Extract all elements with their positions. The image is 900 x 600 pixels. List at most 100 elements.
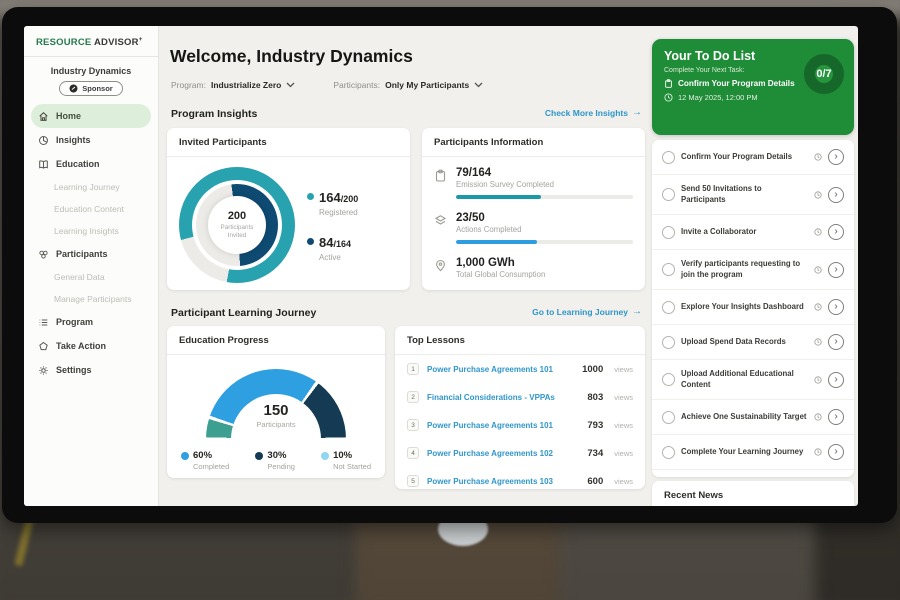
collapse-tasks-link[interactable]: Collapse Tasks (652, 470, 854, 477)
task-go-button[interactable]: › (828, 149, 844, 165)
legend-pending: 30%Pending (255, 450, 295, 471)
lesson-link[interactable]: Financial Considerations - VPPAs (427, 393, 579, 402)
lesson-row: 2 Financial Considerations - VPPAs 803vi… (395, 383, 645, 411)
task-row[interactable]: Verify participants requesting to join t… (652, 250, 854, 290)
task-clock-icon (814, 413, 822, 421)
lesson-row: 1 Power Purchase Agreements 101 1000view… (395, 355, 645, 383)
task-row[interactable]: Confirm Your Program Details › (652, 140, 854, 175)
legend-registered: 164/200 Registered (307, 189, 358, 217)
todo-panel: Your To Do List Complete Your Next Task:… (652, 26, 858, 506)
lesson-row: 4 Power Purchase Agreements 102 734views (395, 439, 645, 467)
list-icon (38, 317, 49, 328)
task-row[interactable]: Upload Spend Data Records › (652, 325, 854, 360)
take-action-icon (38, 341, 49, 352)
sidebar-item-learning-insights[interactable]: Learning Insights (24, 220, 158, 242)
task-clock-icon (814, 376, 822, 384)
section-program-insights: Program Insights (171, 108, 257, 120)
task-clock-icon (814, 191, 822, 199)
task-row[interactable]: Upload Additional Educational Content › (652, 360, 854, 400)
task-checkbox[interactable] (662, 411, 675, 424)
page-title: Welcome, Industry Dynamics (170, 46, 413, 67)
check-more-insights-link[interactable]: Check More Insights→ (545, 107, 642, 118)
task-row[interactable]: Achieve One Sustainability Target › (652, 400, 854, 435)
sidebar-item-education-content[interactable]: Education Content (24, 198, 158, 220)
sidebar-item-insights[interactable]: Insights (24, 128, 158, 152)
chevron-down-icon (474, 82, 483, 88)
task-go-button[interactable]: › (828, 262, 844, 278)
todo-due-date: 12 May 2025, 12:00 PM (678, 93, 758, 102)
layers-icon (434, 214, 447, 227)
task-clock-icon (814, 266, 822, 274)
participants-dropdown[interactable]: Participants: Only My Participants (333, 80, 483, 90)
task-checkbox[interactable] (662, 373, 675, 386)
gauge-center-value: 150 (206, 402, 346, 419)
task-row[interactable]: Invite a Collaborator › (652, 215, 854, 250)
lesson-link[interactable]: Power Purchase Agreements 103 (427, 477, 579, 486)
invited-participants-card: Invited Participants 200 Participants In… (167, 128, 410, 290)
todo-tasks-card: Confirm Your Program Details › Send 50 I… (652, 140, 854, 477)
task-row[interactable]: Complete Your Learning Journey › (652, 435, 854, 470)
task-checkbox[interactable] (662, 336, 675, 349)
arrow-right-icon: → (632, 306, 642, 317)
recent-news-title: Recent News (652, 481, 854, 506)
sidebar-item-participants[interactable]: Participants (24, 242, 158, 266)
main-content: Welcome, Industry Dynamics Program: Indu… (159, 26, 652, 506)
legend-not-started: 10%Not Started (321, 450, 371, 471)
sidebar-item-program[interactable]: Program (24, 310, 158, 334)
legend-dot-blue (181, 452, 189, 460)
task-go-button[interactable]: › (828, 409, 844, 425)
card-title: Top Lessons (395, 326, 645, 355)
task-checkbox[interactable] (662, 188, 675, 201)
participants-icon (38, 249, 49, 260)
task-go-button[interactable]: › (828, 299, 844, 315)
legend-completed: 60%Completed (181, 450, 229, 471)
stage: RESOURCE ADVISOR+ Industry Dynamics Spon… (0, 0, 900, 600)
top-lessons-card: Top Lessons 1 Power Purchase Agreements … (395, 326, 645, 489)
pin-icon (434, 259, 447, 272)
org-name: Industry Dynamics (24, 66, 158, 76)
task-checkbox[interactable] (662, 263, 675, 276)
task-row[interactable]: Explore Your Insights Dashboard › (652, 290, 854, 325)
lesson-link[interactable]: Power Purchase Agreements 101 (427, 365, 574, 374)
todo-summary-card: Your To Do List Complete Your Next Task:… (652, 39, 854, 135)
home-icon (38, 111, 49, 122)
section-learning-journey: Participant Learning Journey (171, 307, 316, 319)
task-checkbox[interactable] (662, 226, 675, 239)
education-gauge-chart: 150 Participants (206, 369, 346, 439)
sidebar-item-take-action[interactable]: Take Action (24, 334, 158, 358)
task-go-button[interactable]: › (828, 187, 844, 203)
progress-bar (456, 240, 633, 244)
sidebar-item-general-data[interactable]: General Data (24, 266, 158, 288)
sidebar-item-settings[interactable]: Settings (24, 358, 158, 382)
lesson-link[interactable]: Power Purchase Agreements 101 (427, 421, 579, 430)
task-go-button[interactable]: › (828, 444, 844, 460)
donut-center-label: Participants Invited (215, 224, 259, 240)
task-go-button[interactable]: › (828, 224, 844, 240)
education-progress-card: Education Progress 150 Participants 60%C… (167, 326, 385, 478)
lesson-link[interactable]: Power Purchase Agreements 102 (427, 449, 579, 458)
task-go-button[interactable]: › (828, 372, 844, 388)
task-row[interactable]: Send 50 Invitations to Participants › (652, 175, 854, 215)
sidebar-item-education[interactable]: Education (24, 152, 158, 176)
todo-progress-ring: 0/7 (804, 54, 844, 94)
legend-dot-teal (307, 193, 314, 200)
sidebar-item-learning-journey[interactable]: Learning Journey (24, 176, 158, 198)
lesson-row: 3 Power Purchase Agreements 101 793views (395, 411, 645, 439)
progress-bar (456, 195, 633, 199)
participants-information-card: Participants Information 79/164 Emission… (422, 128, 645, 290)
app-logo: RESOURCE ADVISOR+ (24, 26, 158, 48)
task-checkbox[interactable] (662, 151, 675, 164)
go-to-learning-journey-link[interactable]: Go to Learning Journey→ (532, 306, 642, 317)
sidebar-item-home[interactable]: Home (31, 104, 151, 128)
task-checkbox[interactable] (662, 301, 675, 314)
legend-active: 84/164 Active (307, 234, 358, 262)
sidebar-item-manage-participants[interactable]: Manage Participants (24, 288, 158, 310)
task-go-button[interactable]: › (828, 334, 844, 350)
sidebar: RESOURCE ADVISOR+ Industry Dynamics Spon… (24, 26, 159, 506)
stat-actions-completed: 23/50 Actions Completed (434, 212, 633, 244)
sponsor-icon (69, 84, 78, 93)
clock-icon (664, 93, 673, 102)
task-checkbox[interactable] (662, 446, 675, 459)
program-dropdown[interactable]: Program: Industrialize Zero (171, 80, 295, 90)
card-title: Participants Information (422, 128, 645, 157)
